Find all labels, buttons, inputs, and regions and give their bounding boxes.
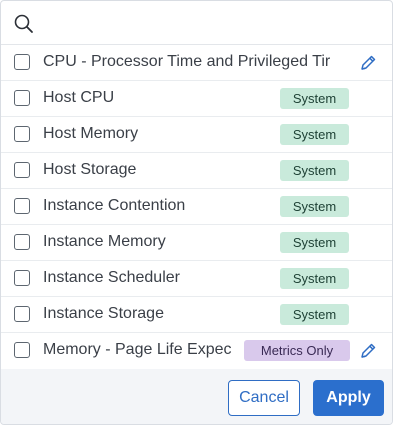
- search-bar: [1, 1, 392, 45]
- system-badge: System: [280, 124, 349, 145]
- metric-list: CPU - Processor Time and Privileged Tir …: [1, 45, 392, 369]
- list-item[interactable]: Host Storage System: [1, 153, 392, 189]
- item-label: Memory - Page Life Expec: [43, 341, 232, 358]
- metric-picker-panel: CPU - Processor Time and Privileged Tir …: [0, 0, 393, 425]
- item-label: Instance Memory: [43, 233, 166, 250]
- cancel-button[interactable]: Cancel: [228, 380, 300, 416]
- system-badge: System: [280, 268, 349, 289]
- system-badge: System: [280, 304, 349, 325]
- item-label: Host Storage: [43, 161, 137, 178]
- dialog-footer: Cancel Apply: [1, 369, 392, 424]
- system-badge: System: [280, 88, 349, 109]
- checkbox[interactable]: [14, 306, 30, 322]
- metrics-only-badge: Metrics Only: [244, 340, 350, 361]
- search-icon: [14, 14, 33, 33]
- item-label: Instance Storage: [43, 305, 164, 322]
- checkbox[interactable]: [14, 54, 30, 70]
- checkbox[interactable]: [14, 270, 30, 286]
- checkbox[interactable]: [14, 90, 30, 106]
- system-badge: System: [280, 196, 349, 217]
- pencil-icon[interactable]: [358, 341, 378, 361]
- list-item[interactable]: Instance Scheduler System: [1, 261, 392, 297]
- list-item[interactable]: CPU - Processor Time and Privileged Tir: [1, 45, 392, 81]
- item-label: Instance Contention: [43, 197, 186, 214]
- checkbox[interactable]: [14, 342, 30, 358]
- checkbox[interactable]: [14, 126, 30, 142]
- apply-button[interactable]: Apply: [313, 380, 384, 416]
- list-item[interactable]: Host Memory System: [1, 117, 392, 153]
- list-item[interactable]: Instance Storage System: [1, 297, 392, 333]
- system-badge: System: [280, 160, 349, 181]
- system-badge: System: [280, 232, 349, 253]
- checkbox[interactable]: [14, 234, 30, 250]
- list-item[interactable]: Instance Memory System: [1, 225, 392, 261]
- item-label: Host Memory: [43, 125, 139, 142]
- item-label: Instance Scheduler: [43, 269, 180, 286]
- pencil-icon[interactable]: [358, 53, 378, 73]
- checkbox[interactable]: [14, 198, 30, 214]
- checkbox[interactable]: [14, 162, 30, 178]
- item-label: Host CPU: [43, 89, 115, 106]
- search-input[interactable]: [41, 9, 385, 39]
- list-item[interactable]: Host CPU System: [1, 81, 392, 117]
- list-item[interactable]: Memory - Page Life Expec Metrics Only: [1, 333, 392, 369]
- item-label: CPU - Processor Time and Privileged Tir: [43, 53, 331, 70]
- list-item[interactable]: Instance Contention System: [1, 189, 392, 225]
